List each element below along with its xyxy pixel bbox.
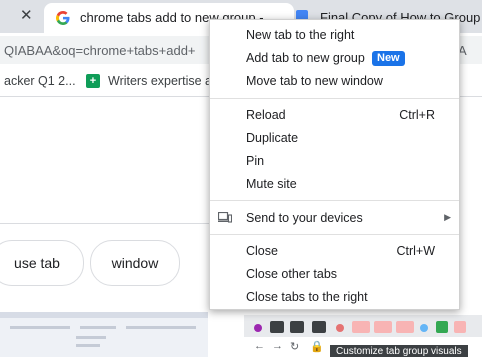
menu-separator	[210, 234, 459, 235]
thumbnail-tab	[396, 321, 414, 333]
forward-icon: →	[272, 340, 283, 352]
menu-item-label: Move tab to new window	[246, 74, 383, 88]
bookmark-item[interactable]: Writers expertise ar	[108, 74, 216, 88]
menu-item-label: New tab to the right	[246, 28, 355, 42]
thumbnail-line	[80, 326, 116, 329]
reload-icon: ↻	[290, 341, 300, 353]
shortcut-label: Ctrl+R	[399, 108, 435, 122]
thumbnail-tooltip: Customize tab group visuals	[330, 345, 468, 357]
thumbnail-tab	[336, 324, 344, 332]
google-favicon-icon	[56, 11, 70, 25]
search-chip[interactable]: use tab	[0, 240, 84, 286]
thumbnail-line	[76, 344, 100, 347]
submenu-arrow-icon: ▶	[444, 212, 451, 222]
thumbnail-tab	[290, 321, 304, 333]
devices-icon	[218, 212, 232, 223]
thumbnail-tab	[436, 321, 448, 333]
new-badge: New	[372, 51, 405, 66]
menu-item-label: Close	[246, 244, 278, 258]
back-icon: ←	[254, 340, 265, 352]
menu-item-label: Add tab to new group	[246, 51, 365, 65]
menu-item-label: Duplicate	[246, 131, 299, 145]
thumbnail-tab	[420, 324, 428, 332]
menu-item-close[interactable]: Close Ctrl+W	[210, 240, 459, 262]
menu-item-new-tab-right[interactable]: New tab to the right	[210, 24, 459, 46]
sheets-icon: +	[86, 74, 100, 88]
thumbnail-tab	[454, 321, 466, 333]
thumbnail-tab	[374, 321, 392, 333]
menu-item-pin[interactable]: Pin	[210, 150, 459, 172]
url-text: QIABAA&oq=chrome+tabs+add+	[4, 43, 196, 58]
menu-item-reload[interactable]: Reload Ctrl+R	[210, 104, 459, 126]
menu-item-label: Reload	[246, 108, 286, 122]
thumbnail-tab	[254, 324, 262, 332]
menu-item-send-to-devices[interactable]: Send to your devices ▶	[210, 207, 459, 229]
menu-item-label: Send to your devices	[246, 211, 363, 225]
close-icon[interactable]: ✕	[20, 8, 33, 24]
menu-item-label: Pin	[246, 154, 265, 168]
thumbnail-bar	[0, 312, 208, 318]
image-thumbnail[interactable]	[0, 312, 208, 357]
shortcut-label: Ctrl+W	[396, 244, 435, 258]
menu-item-duplicate[interactable]: Duplicate	[210, 127, 459, 149]
thumbnail-tab	[312, 321, 326, 333]
menu-item-label: Mute site	[246, 177, 297, 191]
thumbnail-line	[76, 336, 106, 339]
thumbnail-tab	[270, 321, 284, 333]
bookmark-item[interactable]: acker Q1 2...	[4, 74, 76, 88]
thumbnail-tabs	[244, 319, 482, 335]
menu-item-close-tabs-right[interactable]: Close tabs to the right	[210, 286, 459, 308]
menu-item-add-to-group[interactable]: Add tab to new group New	[210, 47, 459, 69]
menu-separator	[210, 98, 459, 99]
thumbnail-tab	[352, 321, 370, 333]
thumbnail-line	[126, 326, 196, 329]
menu-item-mute-site[interactable]: Mute site	[210, 173, 459, 195]
divider	[0, 223, 220, 224]
menu-item-move-to-window[interactable]: Move tab to new window	[210, 70, 459, 92]
menu-item-label: Close other tabs	[246, 267, 338, 281]
menu-separator	[210, 200, 459, 201]
menu-item-label: Close tabs to the right	[246, 290, 368, 304]
thumbnail-line	[10, 326, 70, 329]
lock-icon: 🔒	[310, 341, 324, 353]
image-thumbnail[interactable]: ← → ↻ 🔒 Customize tab group visuals	[244, 315, 482, 357]
menu-item-close-other-tabs[interactable]: Close other tabs	[210, 263, 459, 285]
tab-context-menu: New tab to the right Add tab to new grou…	[209, 19, 460, 310]
search-chip[interactable]: window	[90, 240, 180, 286]
